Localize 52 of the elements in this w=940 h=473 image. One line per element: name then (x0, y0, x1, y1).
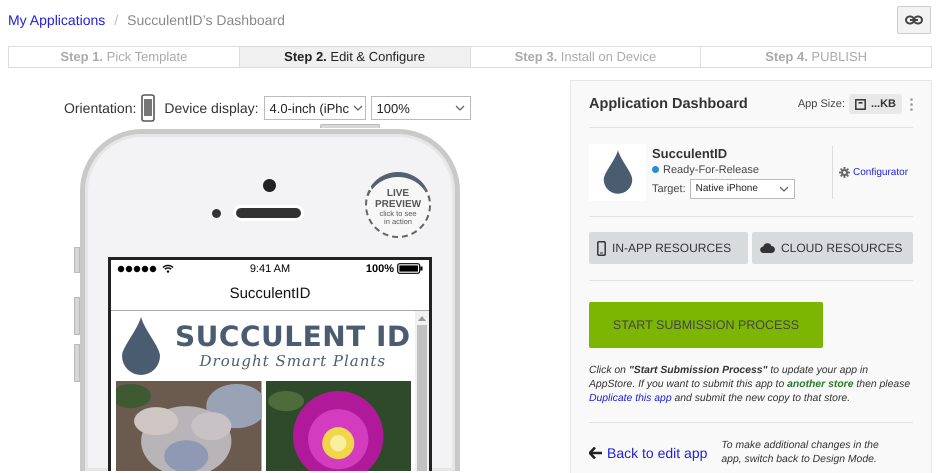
app-size-value: ...KB (848, 94, 902, 114)
submission-note: Click on "Start Submission Process" to update your app in AppStore. If you want to submit this app to another store then please Duplicate this app and submit the new copy to that store. (589, 364, 913, 423)
logo-tagline: Drought Smart Plants (200, 352, 386, 370)
device-display-label: Device display: (164, 100, 259, 116)
step-tab[interactable]: Step 2. Edit & Configure (240, 47, 470, 67)
back-link[interactable]: Back to edit app (589, 445, 708, 461)
duplicate-app-link[interactable]: Duplicate this app (589, 393, 672, 404)
breadcrumb-separator: / (114, 12, 118, 28)
breadcrumb-current: SucculentID’s Dashboard (127, 12, 285, 28)
caret-icon (778, 186, 789, 192)
status-dot (652, 166, 659, 173)
breadcrumb-link[interactable]: My Applications (8, 12, 106, 28)
battery-level: 100% (366, 262, 394, 275)
drop-icon (602, 149, 632, 195)
app-title: SucculentID (230, 285, 310, 302)
drop-icon (121, 316, 161, 375)
target-label: Target: (652, 182, 686, 194)
in-app-resources-button[interactable]: IN-APP RESOURCES (589, 232, 748, 264)
panel-title: Application Dashboard (589, 96, 748, 112)
signal-icon (117, 264, 159, 273)
orientation-label: Orientation: (64, 100, 136, 116)
phone-icon (597, 240, 606, 256)
arrow-left-icon (589, 447, 602, 459)
logo-title: SUCCULENT ID (175, 322, 411, 352)
app-size-label: App Size: (798, 98, 845, 110)
caret-icon (454, 105, 465, 111)
storage-icon (854, 98, 866, 110)
cloud-resources-button[interactable]: CLOUD RESOURCES (752, 232, 913, 264)
app-name: SucculentID (652, 146, 728, 160)
speaker-icon (236, 208, 301, 218)
target-select[interactable]: Native iPhone (690, 178, 795, 198)
device-select[interactable]: 4.0-inch (iPhc (264, 96, 366, 120)
link-button[interactable] (897, 6, 931, 34)
caret-icon (353, 105, 364, 111)
status-time: 9:41 AM (250, 262, 290, 275)
sensor-icon (212, 209, 221, 218)
link-icon (905, 15, 923, 25)
gear-icon (839, 166, 850, 178)
configurator-link[interactable]: Configurator (853, 166, 908, 178)
more-icon (910, 98, 913, 110)
app-status: Ready-For-Release (663, 164, 759, 176)
zoom-select[interactable]: 100% (370, 96, 471, 120)
battery-icon (396, 263, 423, 274)
wifi-icon (162, 264, 174, 274)
cloud-icon (760, 243, 775, 253)
phone-icon (141, 94, 156, 122)
another-store-link[interactable]: another store (787, 379, 854, 390)
scrollbar[interactable] (415, 310, 429, 471)
scroll-up-icon (418, 316, 426, 321)
start-submission-button[interactable]: START SUBMISSION PROCESS (589, 302, 823, 348)
camera-icon (263, 179, 276, 192)
back-note: To make additional changes in the app, switch back to Design Mode. (721, 439, 880, 467)
